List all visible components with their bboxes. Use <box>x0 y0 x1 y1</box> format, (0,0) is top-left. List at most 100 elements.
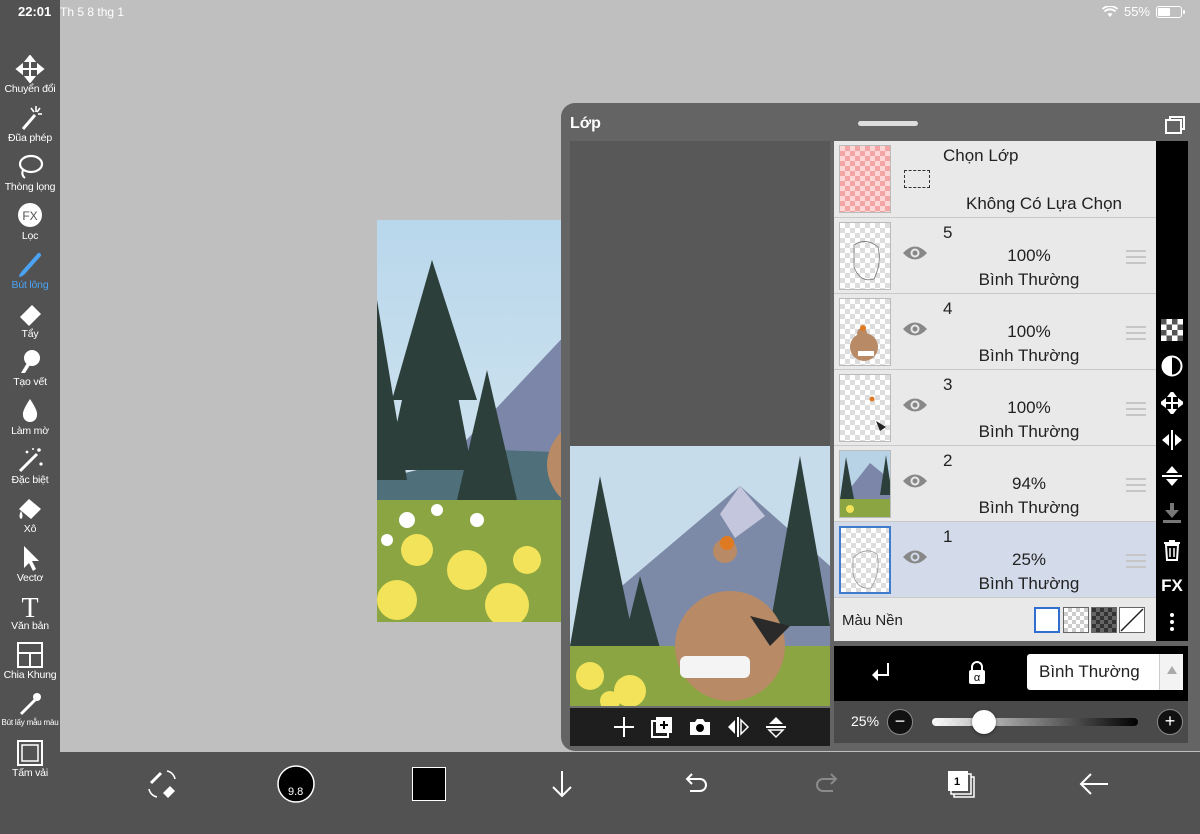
tool-blur[interactable]: Làm mờ <box>0 397 60 445</box>
layers-button[interactable]: 1 <box>939 762 983 806</box>
tool-brush[interactable]: Bút lông <box>0 251 60 299</box>
layer-opacity: 94% <box>1011 474 1047 493</box>
duplicate-layer-icon[interactable] <box>650 715 674 739</box>
layer-count: 1 <box>954 776 961 788</box>
tool-eyedropper[interactable]: Bút lấy mẫu màu <box>0 690 60 738</box>
layer-number: 3 <box>943 375 953 394</box>
layer-blend-mode: Bình Thường <box>978 574 1080 593</box>
visibility-eye-icon[interactable] <box>902 320 928 338</box>
tool-lasso[interactable]: Thòng lọng <box>0 153 60 201</box>
tool-label: Tấm vải <box>12 767 48 779</box>
brush-size-value: 9.8 <box>288 786 304 798</box>
brush-size-button[interactable]: 9.8 <box>274 762 318 806</box>
layer-row[interactable]: 5 100% Bình Thường <box>834 218 1156 294</box>
opacity-increase-button[interactable]: + <box>1157 709 1183 735</box>
bg-white-swatch[interactable] <box>1034 607 1060 633</box>
selection-layer[interactable]: Chọn Lớp Không Có Lựa Chọn <box>834 141 1156 218</box>
tool-magic-wand[interactable]: Đũa phép <box>0 104 60 152</box>
tool-filter[interactable]: FX Lọc <box>0 202 60 250</box>
vector-icon <box>24 546 39 571</box>
add-layer-icon[interactable] <box>612 715 636 739</box>
undo-icon <box>685 773 707 792</box>
tool-label: Lọc <box>21 230 39 242</box>
bg-transparent-light-swatch[interactable] <box>1063 607 1089 633</box>
tool-vector[interactable]: Vectơ <box>0 544 60 592</box>
trash-icon[interactable] <box>1159 537 1185 563</box>
move-icon[interactable] <box>1159 390 1185 416</box>
flip-horizontal-icon[interactable] <box>726 715 750 739</box>
reorder-handle-icon[interactable] <box>1126 402 1146 420</box>
visibility-eye-icon[interactable] <box>902 244 928 262</box>
opacity-slider[interactable] <box>932 718 1138 726</box>
tool-smudge[interactable]: Tạo vết <box>0 348 60 396</box>
bottom-toolbar: 9.8 1 <box>60 752 1200 834</box>
reorder-handle-icon[interactable] <box>1126 326 1146 344</box>
layer-blend-mode: Bình Thường <box>978 270 1080 289</box>
tool-canvas[interactable]: Tấm vải <box>0 739 60 787</box>
tool-special-brush[interactable]: Đặc biệt <box>0 446 60 494</box>
alpha-lock-icon[interactable]: α <box>964 660 990 686</box>
color-swatch-button[interactable] <box>407 762 451 806</box>
back-button[interactable] <box>1072 762 1116 806</box>
opacity-decrease-button[interactable]: − <box>887 709 913 735</box>
tool-text[interactable]: T Văn bản <box>0 592 60 640</box>
bg-none-swatch[interactable] <box>1119 607 1145 633</box>
tool-sidebar: Chuyển đổi Đũa phép Thòng lọng FX Lọc Bú… <box>0 0 60 834</box>
opacity-slider-knob[interactable] <box>971 710 996 734</box>
bg-transparent-dark-swatch[interactable] <box>1091 607 1117 633</box>
status-right: 55% <box>1101 4 1185 19</box>
status-time: 22:01 <box>18 4 52 19</box>
layer-row[interactable]: 2 94% Bình Thường <box>834 446 1156 522</box>
layer-thumbnail <box>839 526 891 594</box>
layer-number: 4 <box>943 299 953 318</box>
flip-vertical-icon[interactable] <box>764 715 788 739</box>
layer-row[interactable]: 3 100% Bình Thường <box>834 370 1156 446</box>
tool-frame-divider[interactable]: Chia Khung <box>0 641 60 689</box>
layer-row-selected[interactable]: 1 25% Bình Thường <box>834 522 1156 598</box>
checker-icon[interactable] <box>1159 317 1185 343</box>
tool-transform[interactable]: Chuyển đổi <box>0 55 60 103</box>
tool-bucket[interactable]: Xô <box>0 495 60 543</box>
svg-text:T: T <box>21 593 38 620</box>
layer-opacity: 25% <box>1011 550 1047 569</box>
tool-label: Vectơ <box>16 572 44 584</box>
clipping-arrow-icon[interactable] <box>870 661 894 685</box>
blend-mode-select[interactable]: Bình Thường <box>1027 654 1183 690</box>
layer-thumbnail <box>839 222 891 290</box>
panel-drag-handle[interactable] <box>858 121 918 126</box>
reorder-handle-icon[interactable] <box>1126 250 1146 268</box>
redo-button[interactable] <box>806 762 850 806</box>
visibility-eye-icon[interactable] <box>902 548 928 566</box>
brush-icon <box>19 253 41 277</box>
tool-label: Xô <box>23 523 37 535</box>
canvas-icon <box>17 740 43 766</box>
tool-label: Đặc biệt <box>11 474 49 486</box>
selection-layer-title: Chọn Lớp <box>943 146 1019 165</box>
layer-row[interactable]: 4 100% Bình Thường <box>834 294 1156 370</box>
tool-label: Bút lông <box>11 279 49 291</box>
layer-opacity: 100% <box>1007 246 1051 265</box>
reorder-handle-icon[interactable] <box>1126 554 1146 572</box>
camera-icon[interactable] <box>688 715 712 739</box>
flip-horizontal-icon[interactable] <box>1159 427 1185 453</box>
layer-fx-button[interactable]: FX <box>1159 573 1185 599</box>
visibility-eye-icon[interactable] <box>902 472 928 490</box>
layer-blend-mode: Bình Thường <box>978 422 1080 441</box>
merge-down-icon[interactable] <box>1159 500 1185 526</box>
opacity-bar: 25% − + <box>834 701 1188 743</box>
blend-mode-value: Bình Thường <box>1039 662 1140 681</box>
layer-list: Chọn Lớp Không Có Lựa Chọn 5 100% Bình T… <box>834 141 1156 641</box>
visibility-eye-icon[interactable] <box>902 396 928 414</box>
popout-icon[interactable] <box>1164 115 1186 135</box>
tool-eraser[interactable]: Tẩy <box>0 300 60 348</box>
layer-blend-mode: Bình Thường <box>978 498 1080 517</box>
layer-opacity: 100% <box>1007 322 1051 341</box>
contrast-icon[interactable] <box>1159 353 1185 379</box>
reorder-handle-icon[interactable] <box>1126 478 1146 496</box>
quick-toggle-button[interactable] <box>140 762 184 806</box>
background-color-label: Màu Nền <box>842 612 903 629</box>
download-button[interactable] <box>540 762 584 806</box>
more-icon[interactable] <box>1159 609 1185 635</box>
flip-vertical-icon[interactable] <box>1159 463 1185 489</box>
undo-button[interactable] <box>673 762 717 806</box>
